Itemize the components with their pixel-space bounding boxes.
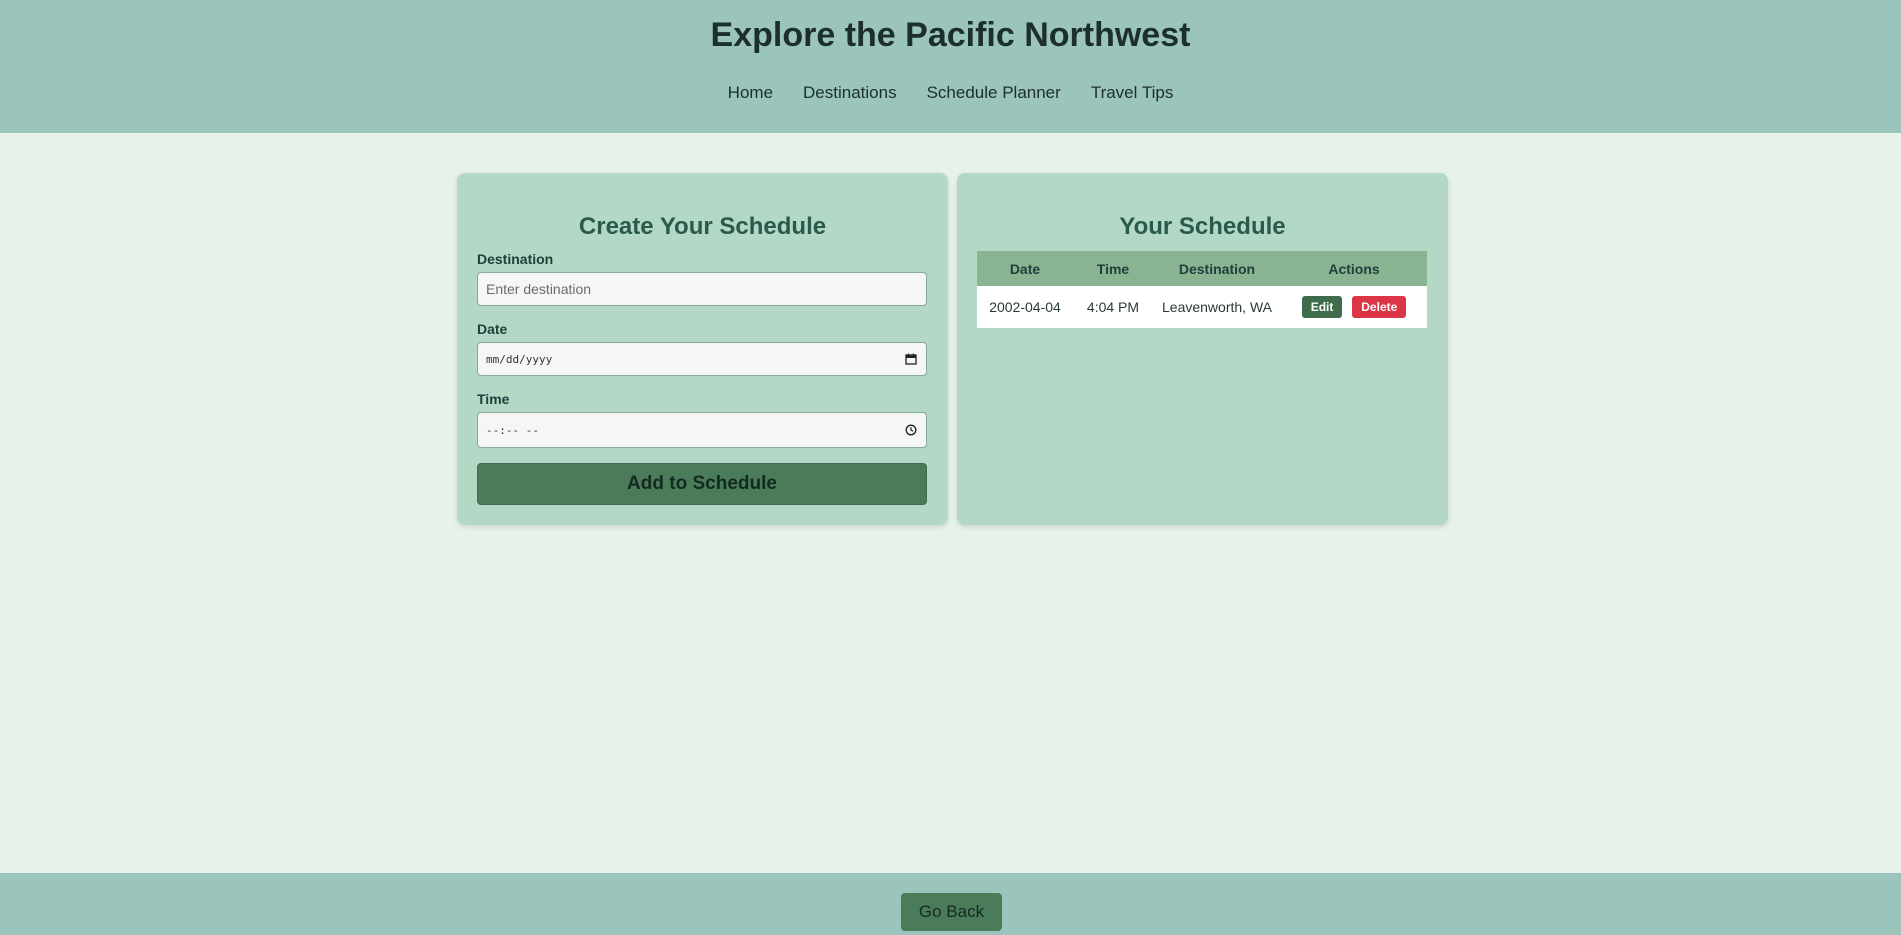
row-destination: Leavenworth, WA [1162,299,1272,315]
table-row: 2002-04-04 4:04 PM Leavenworth, WA Edit … [977,286,1427,328]
site-header: Explore the Pacific Northwest Home Desti… [0,0,1901,133]
delete-button[interactable]: Delete [1352,296,1407,318]
create-schedule-panel: Create Your Schedule Destination Date mm… [457,173,948,525]
clock-icon[interactable] [904,423,918,437]
date-input-value: mm/dd/yyyy [486,352,553,366]
site-footer: Go Back [0,873,1901,935]
site-title: Explore the Pacific Northwest [710,16,1191,54]
nav-link-schedule-planner[interactable]: Schedule Planner [927,83,1061,103]
edit-button[interactable]: Edit [1301,296,1343,318]
row-actions: Edit Delete [1281,286,1427,328]
destination-label: Destination [477,251,554,267]
time-input[interactable]: --:-- -- [477,412,927,448]
schedule-table-header-row: Date Time Destination Actions [977,251,1427,286]
nav-link-travel-tips[interactable]: Travel Tips [1091,83,1174,103]
go-back-button[interactable]: Go Back [901,893,1002,931]
destination-input[interactable] [486,281,918,297]
add-to-schedule-button[interactable]: Add to Schedule [477,463,927,505]
row-time: 4:04 PM [1086,299,1140,315]
destination-field-wrapper [477,272,927,306]
your-schedule-title: Your Schedule [1119,213,1286,240]
row-date: 2002-04-04 [989,299,1061,315]
calendar-icon[interactable] [904,352,918,366]
column-header-time: Time [1096,260,1130,277]
time-input-value: --:-- -- [486,423,539,437]
column-header-date: Date [1009,260,1041,277]
schedule-table: Date Time Destination Actions 2002-04-04… [977,251,1427,328]
main-nav: Home Destinations Schedule Planner Trave… [0,83,1901,103]
nav-link-home[interactable]: Home [728,83,773,103]
nav-link-destinations[interactable]: Destinations [803,83,897,103]
date-input[interactable]: mm/dd/yyyy [477,342,927,376]
time-label: Time [477,391,510,407]
your-schedule-panel: Your Schedule Date Time Destination Acti… [957,173,1448,525]
date-label: Date [477,321,508,337]
create-schedule-title: Create Your Schedule [578,213,827,240]
column-header-destination: Destination [1178,260,1256,277]
column-header-actions: Actions [1328,260,1380,277]
